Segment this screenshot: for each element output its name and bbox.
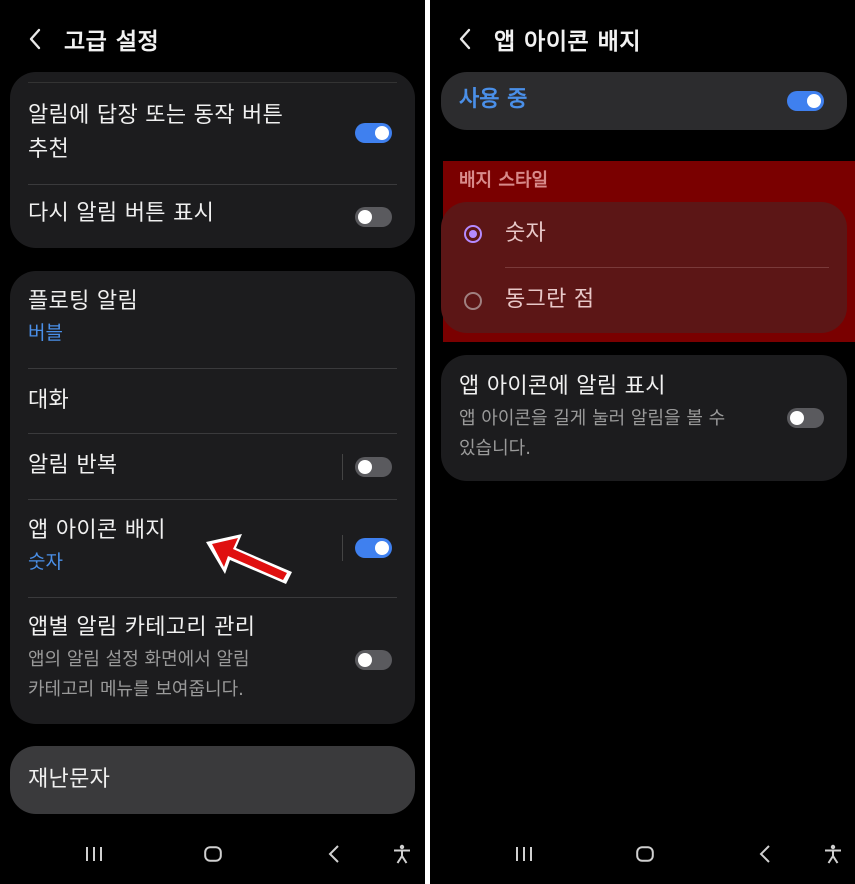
back-arrow-icon	[459, 28, 471, 50]
badge-style-option-number-label: 숫자	[505, 221, 547, 246]
emergency-alerts-label: 재난문자	[28, 767, 111, 792]
back-button[interactable]	[20, 24, 50, 54]
accessibility-icon	[394, 844, 410, 864]
emergency-alerts-row[interactable]: 재난문자	[10, 746, 415, 814]
left-header: 고급 설정	[0, 14, 425, 64]
notification-reminder-label: 알림 반복	[28, 453, 118, 478]
left-screen: 고급 설정 알림에 답장 또는 동작 버튼 추천 다시 알림 버튼 표시 플로팅…	[0, 0, 425, 884]
show-on-icon-card: 앱 아이콘에 알림 표시 앱 아이콘을 길게 눌러 알림을 볼 수 있습니다.	[441, 355, 847, 481]
back-button[interactable]	[450, 24, 480, 54]
reply-action-buttons-row[interactable]: 알림에 답장 또는 동작 버튼 추천	[10, 94, 415, 182]
settings-card-emergency: 재난문자	[10, 746, 415, 814]
back-arrow-icon	[29, 28, 41, 50]
home-icon	[204, 846, 222, 862]
per-app-categories-toggle[interactable]	[355, 650, 392, 670]
floating-notifications-row[interactable]: 플로팅 알림 버블	[10, 271, 415, 368]
accessibility-button[interactable]	[384, 836, 420, 872]
reply-action-buttons-label-line1: 알림에 답장 또는 동작 버튼	[28, 103, 284, 128]
snooze-button-toggle[interactable]	[355, 207, 392, 227]
badge-style-option-number[interactable]: 숫자	[441, 202, 847, 267]
conversations-row[interactable]: 대화	[10, 369, 415, 433]
separator	[342, 535, 343, 561]
recent-apps-icon	[86, 847, 102, 861]
per-app-categories-label: 앱별 알림 카테고리 관리	[28, 615, 256, 640]
badge-style-option-dot-label: 동그란 점	[505, 287, 595, 312]
notification-reminder-toggle[interactable]	[355, 457, 392, 477]
app-icon-badges-value: 숫자	[28, 551, 63, 573]
master-switch-card[interactable]: 사용 중	[441, 72, 847, 130]
app-icon-badges-toggle[interactable]	[355, 538, 392, 558]
badge-style-card: 숫자 동그란 점	[441, 202, 847, 333]
badge-style-section-label: 배지 스타일	[459, 170, 549, 191]
show-on-icon-label: 앱 아이콘에 알림 표시	[459, 374, 666, 399]
per-app-categories-desc-line2: 카테고리 메뉴를 보여줍니다.	[28, 679, 244, 700]
show-on-icon-toggle[interactable]	[787, 408, 824, 428]
accessibility-button[interactable]	[815, 836, 851, 872]
back-nav-button[interactable]	[316, 836, 352, 872]
settings-card-notifications: 플로팅 알림 버블 대화 알림 반복 앱 아이콘 배지 숫자 앱별 알림 카테고…	[10, 271, 415, 724]
notification-reminder-row[interactable]: 알림 반복	[10, 434, 415, 499]
snooze-button-row[interactable]: 다시 알림 버튼 표시	[10, 185, 415, 248]
conversations-label: 대화	[28, 388, 70, 413]
page-title: 고급 설정	[64, 29, 160, 55]
recent-apps-button[interactable]	[76, 836, 112, 872]
accessibility-icon	[825, 844, 841, 864]
annotation-arrow-icon	[206, 534, 292, 584]
navigation-bar	[430, 824, 855, 884]
per-app-categories-desc-line1: 앱의 알림 설정 화면에서 알림	[28, 649, 250, 670]
settings-card-reply: 알림에 답장 또는 동작 버튼 추천 다시 알림 버튼 표시	[10, 72, 415, 248]
in-use-toggle[interactable]	[787, 91, 824, 111]
show-on-icon-row[interactable]: 앱 아이콘에 알림 표시 앱 아이콘을 길게 눌러 알림을 볼 수 있습니다.	[441, 355, 847, 481]
page-title: 앱 아이콘 배지	[494, 29, 641, 55]
in-use-label: 사용 중	[459, 87, 528, 112]
badge-style-option-dot[interactable]: 동그란 점	[441, 268, 847, 333]
show-on-icon-desc-line1: 앱 아이콘을 길게 눌러 알림을 볼 수	[459, 408, 726, 429]
back-icon	[759, 845, 770, 863]
app-icon-badges-label: 앱 아이콘 배지	[28, 518, 166, 543]
recent-apps-icon	[516, 847, 532, 861]
recent-apps-button[interactable]	[506, 836, 542, 872]
back-nav-button[interactable]	[747, 836, 783, 872]
home-icon	[636, 846, 654, 862]
snooze-button-label: 다시 알림 버튼 표시	[28, 201, 215, 226]
home-button[interactable]	[195, 836, 231, 872]
right-screen: 앱 아이콘 배지 사용 중 배지 스타일 숫자 동그란 점 앱 아이콘에 알림 …	[430, 0, 855, 884]
radio-checked-icon[interactable]	[464, 225, 482, 243]
floating-notifications-label: 플로팅 알림	[28, 289, 138, 314]
home-button[interactable]	[627, 836, 663, 872]
right-header: 앱 아이콘 배지	[430, 14, 855, 64]
navigation-bar	[0, 824, 425, 884]
back-icon	[328, 845, 339, 863]
separator	[342, 454, 343, 480]
reply-action-buttons-toggle[interactable]	[355, 123, 392, 143]
radio-unchecked-icon[interactable]	[464, 292, 482, 310]
divider	[28, 82, 397, 83]
per-app-categories-row[interactable]: 앱별 알림 카테고리 관리 앱의 알림 설정 화면에서 알림 카테고리 메뉴를 …	[10, 598, 415, 724]
reply-action-buttons-label-line2: 추천	[28, 137, 70, 162]
show-on-icon-desc-line2: 있습니다.	[459, 438, 531, 459]
floating-notifications-value: 버블	[28, 322, 63, 344]
